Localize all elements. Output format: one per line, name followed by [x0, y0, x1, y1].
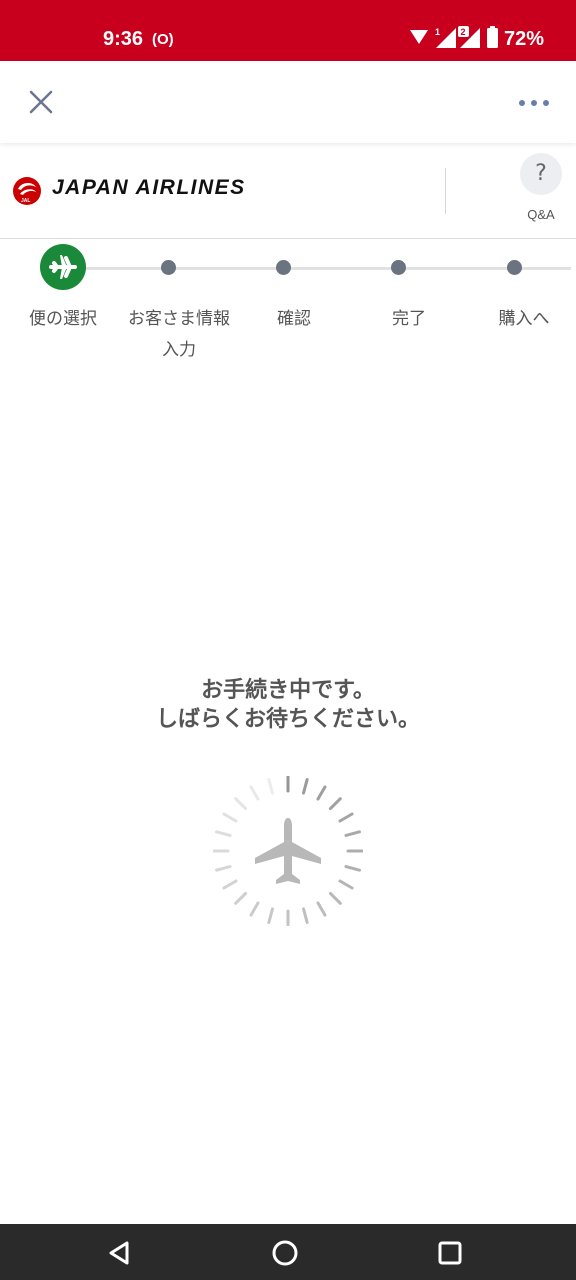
svg-text:1: 1: [435, 27, 440, 37]
step-dot-3: [276, 260, 291, 275]
close-icon[interactable]: [22, 83, 60, 121]
step-dot-2: [161, 260, 176, 275]
jal-crane-logo: JAL: [13, 177, 41, 205]
back-triangle-icon[interactable]: [103, 1236, 137, 1270]
qa-label: Q&A: [527, 207, 555, 222]
spinner-tick: [302, 778, 309, 795]
airplane-spinner-icon: [213, 776, 363, 926]
spinner-tick: [249, 901, 260, 917]
system-nav-bar: [0, 1224, 576, 1280]
status-bar: 9:36 (O) 6 1 2 72%: [0, 0, 576, 61]
signal-icon-1: 1: [435, 27, 456, 48]
spinner-tick: [249, 785, 260, 801]
spinner-tick: [234, 891, 248, 905]
spinner-tick: [338, 812, 354, 823]
loading-line-2: しばらくお待ちください。: [155, 707, 420, 732]
spinner-tick: [328, 797, 342, 811]
recents-square-icon[interactable]: [433, 1236, 467, 1270]
step-dot-5: [507, 260, 522, 275]
jal-logo-text: JAL: [21, 198, 30, 204]
status-time: 9:36: [103, 28, 144, 50]
spinner-tick: [344, 865, 361, 872]
spinner-tick: [338, 879, 354, 890]
spinner-tick: [328, 891, 342, 905]
top-app-bar: [0, 61, 576, 143]
question-icon: ?: [520, 153, 562, 195]
divider: [445, 168, 446, 214]
airplane-icon: [49, 255, 77, 279]
spinner-tick: [302, 907, 309, 924]
spinner-tick: [222, 879, 238, 890]
signal-icon-2: 2: [458, 26, 480, 48]
step-label-passenger-info: お客さま情報入力: [128, 309, 230, 360]
spinner-tick: [234, 797, 248, 811]
more-horizontal-icon[interactable]: [514, 91, 554, 115]
loading-line-1: お手続き中です。: [201, 678, 375, 703]
brand-name: JAPAN AIRLINES: [52, 176, 246, 199]
qa-button[interactable]: ? Q&A: [518, 151, 564, 225]
step-label-select-flight: 便の選択: [29, 309, 97, 329]
spinner-tick: [215, 830, 232, 837]
spinner-tick: [344, 830, 361, 837]
airplane-icon: [255, 818, 321, 884]
spinner-tick: [222, 812, 238, 823]
step-dot-4: [391, 260, 406, 275]
battery-percent: 72%: [504, 28, 545, 50]
step-label-complete: 完了: [392, 309, 426, 329]
spinner-tick: [316, 785, 327, 801]
radio-indicator: (O): [152, 31, 174, 48]
brand-header: JAL JAPAN AIRLINES ? Q&A: [0, 143, 576, 239]
svg-text:6: 6: [423, 38, 429, 49]
stepper-track: [63, 267, 571, 270]
battery-icon: [487, 26, 498, 48]
progress-stepper: 便の選択 お客さま情報入力 確認 完了 購入へ: [0, 240, 576, 370]
wifi-icon: 6: [410, 30, 429, 49]
spinner-tick: [267, 778, 274, 795]
home-circle-icon[interactable]: [268, 1236, 302, 1270]
step-label-confirm: 確認: [277, 309, 311, 329]
step-label-purchase: 購入へ: [498, 309, 550, 329]
spinner-tick: [215, 865, 232, 872]
spinner-tick: [316, 901, 327, 917]
svg-text:2: 2: [461, 27, 466, 37]
spinner-tick: [267, 907, 274, 924]
step-active-indicator: [40, 244, 86, 290]
loading-message: お手続き中です。 しばらくお待ちください。: [0, 676, 576, 734]
